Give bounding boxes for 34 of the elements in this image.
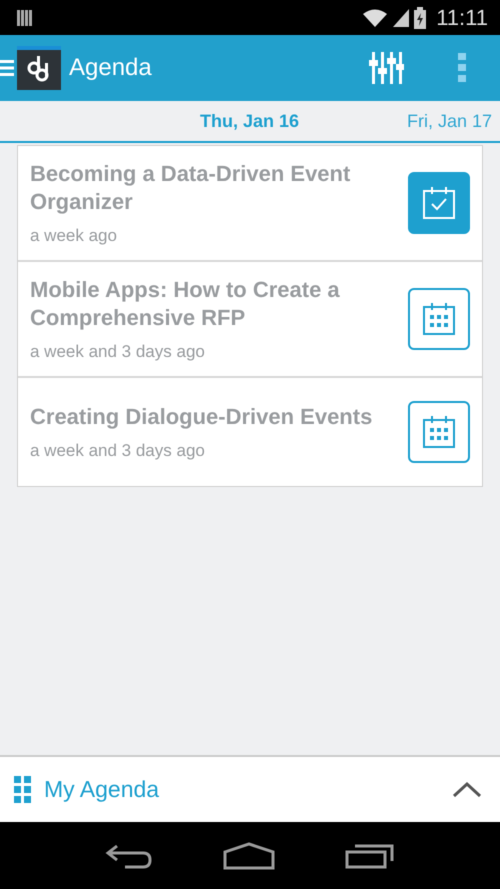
calendar-button[interactable] bbox=[408, 401, 470, 463]
session-time: a week and 3 days ago bbox=[30, 342, 206, 362]
home-icon[interactable] bbox=[223, 842, 275, 870]
calendar-check-button[interactable] bbox=[408, 172, 470, 234]
signal-icon bbox=[392, 8, 410, 28]
calendar-icon bbox=[422, 415, 456, 449]
notification-icon bbox=[16, 8, 34, 26]
session-title: Creating Dialogue-Driven Events bbox=[30, 403, 374, 431]
calendar-icon bbox=[422, 302, 456, 336]
session-title: Becoming a Data-Driven Event Organizer bbox=[30, 160, 352, 216]
day-tab[interactable]: Fri, Jan 17 bbox=[406, 111, 492, 132]
grid-icon bbox=[14, 776, 32, 804]
wifi-icon bbox=[362, 8, 388, 28]
battery-icon bbox=[414, 6, 426, 28]
bar-label: My Agenda bbox=[44, 776, 160, 803]
screen-title: Agenda bbox=[69, 54, 152, 82]
session-card[interactable]: Becoming a Data-Driven Event Organizer a week ago bbox=[18, 146, 482, 262]
session-card[interactable]: Mobile Apps: How to Create a Comprehensive RFP a week and 3 days ago bbox=[18, 262, 482, 378]
calendar-button[interactable] bbox=[408, 288, 470, 350]
session-time: a week ago bbox=[30, 226, 118, 246]
overflow-menu-icon[interactable] bbox=[458, 53, 466, 83]
day-tab[interactable]: Thu, Jan 16 bbox=[200, 111, 300, 132]
session-card[interactable]: Creating Dialogue-Driven Events a week and 3 days ago bbox=[18, 378, 482, 486]
chevron-up-icon[interactable] bbox=[452, 780, 482, 798]
recent-apps-icon[interactable] bbox=[345, 842, 395, 868]
clock-time: 11:11 bbox=[436, 4, 488, 30]
logo-icon[interactable] bbox=[17, 46, 61, 90]
my-agenda-bar[interactable]: My Agenda bbox=[0, 755, 500, 822]
calendar-check-icon bbox=[422, 186, 456, 220]
filter-icon[interactable] bbox=[368, 50, 404, 86]
session-time: a week and 3 days ago bbox=[30, 441, 206, 461]
back-icon[interactable] bbox=[105, 842, 153, 868]
menu-icon[interactable] bbox=[0, 59, 14, 77]
session-title: Mobile Apps: How to Create a Comprehensive RFP bbox=[30, 276, 341, 332]
